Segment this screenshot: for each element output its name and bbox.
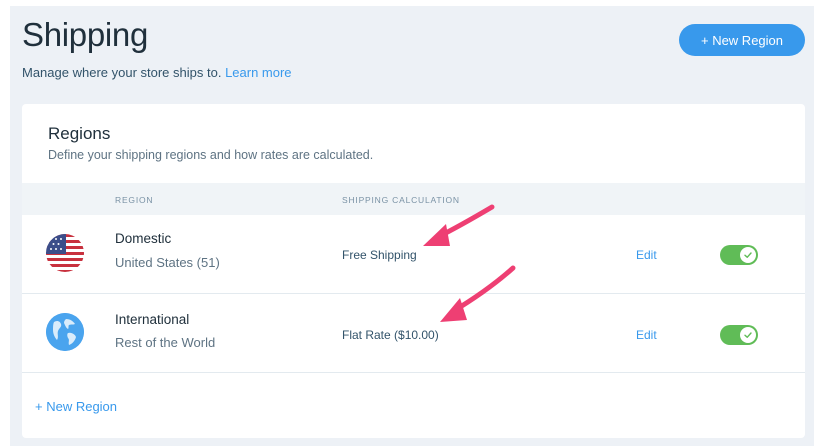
column-header-shipping-calculation: SHIPPING CALCULATION	[342, 195, 460, 205]
learn-more-link[interactable]: Learn more	[225, 65, 291, 80]
checkmark-icon	[744, 332, 752, 338]
regions-card: Regions Define your shipping regions and…	[22, 104, 805, 438]
region-detail: United States (51)	[115, 255, 220, 270]
toggle-knob	[740, 247, 756, 263]
checkmark-icon	[744, 252, 752, 258]
column-header-region: REGION	[115, 195, 154, 205]
page-title: Shipping	[22, 16, 149, 53]
us-flag-icon	[46, 234, 84, 272]
region-name: International	[115, 312, 190, 327]
region-toggle[interactable]	[720, 325, 758, 345]
globe-icon	[46, 313, 84, 351]
page-subtitle: Manage where your store ships to. Learn …	[22, 65, 292, 80]
toggle-knob	[740, 327, 756, 343]
table-row: International Rest of the World Flat Rat…	[22, 294, 805, 372]
shipping-calculation: Flat Rate ($10.00)	[342, 328, 439, 342]
region-toggle[interactable]	[720, 245, 758, 265]
new-region-button[interactable]: + New Region	[679, 24, 805, 56]
shipping-calculation: Free Shipping	[342, 248, 417, 262]
shipping-page: Shipping Manage where your store ships t…	[10, 6, 814, 446]
add-region-link[interactable]: + New Region	[35, 399, 117, 414]
edit-link[interactable]: Edit	[636, 248, 657, 262]
row-divider	[22, 372, 805, 373]
subtitle-text: Manage where your store ships to.	[22, 65, 222, 80]
table-row: Domestic United States (51) Free Shippin…	[22, 215, 805, 293]
region-detail: Rest of the World	[115, 335, 216, 350]
regions-title: Regions	[48, 124, 111, 143]
table-header: REGION SHIPPING CALCULATION	[22, 183, 805, 215]
region-name: Domestic	[115, 231, 172, 246]
regions-description: Define your shipping regions and how rat…	[48, 148, 374, 162]
edit-link[interactable]: Edit	[636, 328, 657, 342]
